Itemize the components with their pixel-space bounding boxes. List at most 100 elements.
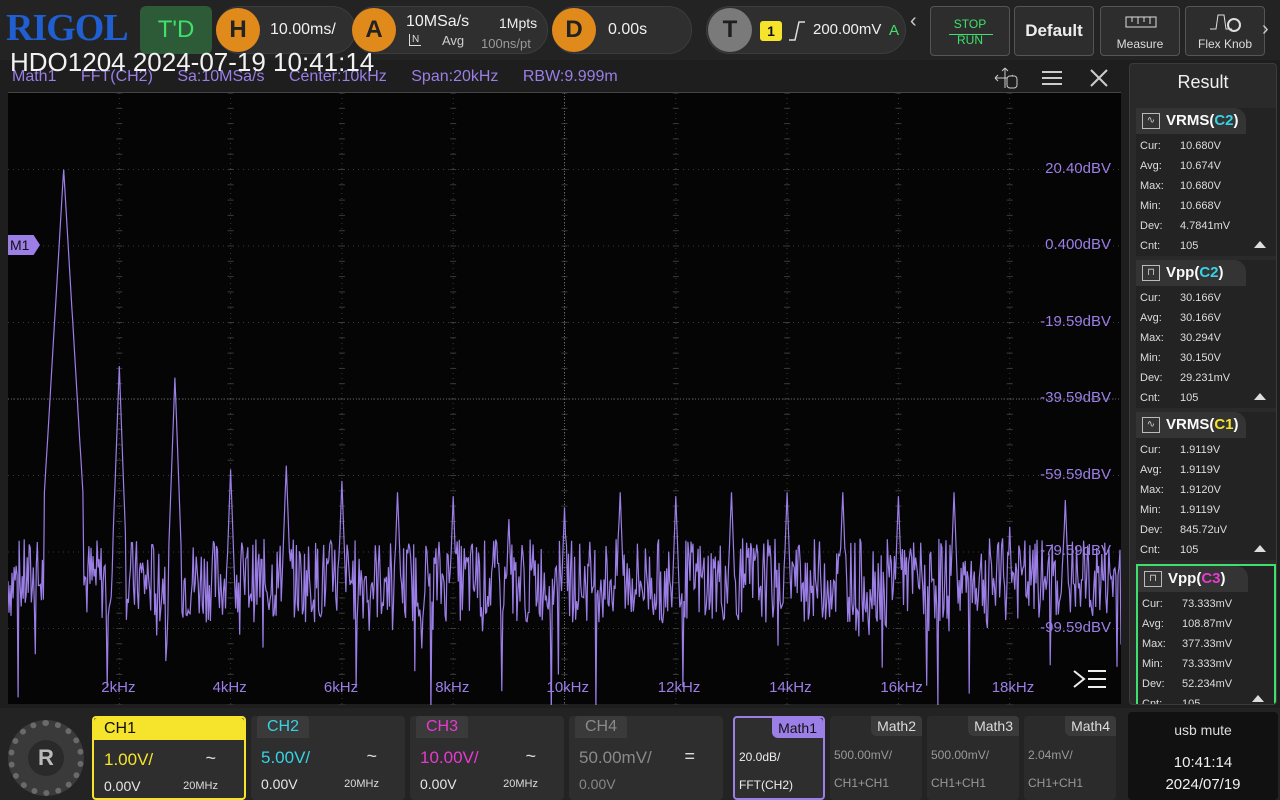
trigger-label[interactable]: T <box>708 8 752 52</box>
collapse-triangle-icon[interactable] <box>1252 695 1264 702</box>
measurement-row: Cnt: 105 <box>1140 240 1199 252</box>
measurement-row: Avg: 10.674V <box>1140 160 1221 172</box>
chevron-right-icon[interactable]: › <box>1262 18 1269 41</box>
math-operation: CH1+CH1 <box>1028 776 1084 790</box>
channel-box-ch2[interactable]: CH2 5.00V/0.00V ~20MHz <box>251 716 405 800</box>
math-scale: 20.0dB/ <box>739 750 781 764</box>
channel-scale: 1.00V/ <box>104 750 154 769</box>
measurement-card[interactable]: ∿ VRMS(C1) Cur: 1.9119V Avg: 1.9119V Max: 1.912… <box>1136 412 1276 560</box>
acquire-label[interactable]: A <box>352 8 396 52</box>
acquire-mode: Avg <box>442 33 465 48</box>
rms-waveform-icon: ∿ <box>1142 113 1160 129</box>
measurement-row: Min: 1.9119V <box>1140 504 1221 516</box>
menu-icon[interactable] <box>1042 70 1062 86</box>
x-tick-label: 10kHz <box>546 679 590 696</box>
measurement-row: Avg: 108.87mV <box>1142 618 1233 630</box>
measurement-name: Vpp(C2) <box>1166 264 1224 281</box>
measurement-name: Vpp(C3) <box>1168 570 1226 587</box>
ac-coupling-icon: ~ <box>525 746 536 766</box>
x-tick-label: 16kHz <box>880 679 923 696</box>
channel-offset: 0.00V <box>420 776 457 792</box>
y-tick-label: -59.59dBV <box>1040 465 1111 483</box>
math-box-2[interactable]: Math2 500.00mV/CH1+CH1 <box>830 716 922 800</box>
measurement-card[interactable]: ⊓ Vpp(C2) Cur: 30.166V Avg: 30.166V Max: 30.294… <box>1136 260 1276 408</box>
knob-gear-icon <box>1210 14 1241 32</box>
result-title: Result <box>1177 72 1229 92</box>
x-tick-label: 8kHz <box>435 679 470 696</box>
default-label: Default <box>1025 21 1083 40</box>
math-operation: FFT(CH2) <box>739 778 793 792</box>
collapse-triangle-icon[interactable] <box>1254 241 1266 248</box>
flex-knob-label: Flex Knob <box>1197 37 1253 51</box>
home-gear-icon[interactable]: R <box>8 720 84 796</box>
close-icon[interactable] <box>1090 69 1108 87</box>
measurement-row: Max: 1.9120V <box>1140 484 1221 496</box>
measurement-source: C1 <box>1214 416 1234 433</box>
flex-knob-button[interactable]: Flex Knob <box>1185 6 1265 56</box>
rigol-logo: RIGOL <box>6 7 129 49</box>
measurement-row: Cnt: 105 <box>1140 392 1199 404</box>
acquire-depth: 1Mpts <box>499 15 538 31</box>
horizontal-label[interactable]: H <box>216 8 260 52</box>
move-hand-icon[interactable] <box>992 66 1022 90</box>
channel-box-ch3[interactable]: CH3 10.00V/0.00V ~20MHz <box>410 716 564 800</box>
vpp-waveform-icon: ⊓ <box>1142 265 1160 281</box>
measurement-row: Max: 10.680V <box>1140 180 1221 192</box>
x-tick-label: 18kHz <box>991 679 1035 696</box>
math-label: Math3 <box>968 716 1019 736</box>
x-tick-label: 4kHz <box>212 679 247 696</box>
channel-scale: 10.00V/ <box>420 748 479 767</box>
channel-label: CH1 <box>94 718 244 740</box>
measurement-card[interactable]: ⊓ Vpp(C3) Cur: 73.333mV Avg: 108.87mV Max: 377.… <box>1136 564 1276 704</box>
channel-box-ch4[interactable]: CH4 50.00mV/0.00V = <box>569 716 723 800</box>
channel-offset: 0.00V <box>579 776 616 792</box>
x-tick-label: 6kHz <box>323 679 359 696</box>
measurement-row: Cur: 30.166V <box>1140 292 1221 304</box>
channel-label: CH2 <box>257 716 310 738</box>
channel-bandwidth: 20MHz <box>183 780 218 792</box>
channel-offset: 0.00V <box>104 778 141 794</box>
x-tick-label: 12kHz <box>657 679 701 696</box>
default-button[interactable]: Default <box>1014 6 1094 56</box>
usb-mute-icons: usb mute <box>1174 722 1232 738</box>
horizontal-scale: 10.00ms/ <box>270 21 336 38</box>
channel-label: CH4 <box>575 716 628 738</box>
math-box-1[interactable]: Math1 20.0dB/FFT(CH2) <box>733 716 825 800</box>
vpp-waveform-icon: ⊓ <box>1144 571 1162 587</box>
clock-date: 2024/07/19 <box>1165 776 1241 793</box>
channel-label: CH3 <box>416 716 469 738</box>
stop-run-button[interactable]: STOP RUN <box>930 6 1010 56</box>
math-box-3[interactable]: Math3 500.00mV/CH1+CH1 <box>927 716 1019 800</box>
acquire-sample-rate: 10MSa/s <box>406 13 470 30</box>
ac-coupling-icon: ~ <box>366 746 377 766</box>
oscilloscope-screen: RIGOL T'D H 10.00ms/ A 10MSa/s N Avg 1Mp… <box>0 0 1280 800</box>
trigger-mode: A <box>889 22 900 39</box>
run-label: RUN <box>957 33 983 47</box>
fft-spectrum-chart <box>8 93 1121 705</box>
math-scale: 500.00mV/ <box>834 748 893 762</box>
measure-button[interactable]: Measure <box>1100 6 1180 56</box>
x-tick-label: 14kHz <box>769 679 812 696</box>
measurement-row: Dev: 29.231mV <box>1140 372 1231 384</box>
result-panel: Result ∿ VRMS(C2) Cur: 10.680V Avg: 10.674V Ma… <box>1129 63 1277 705</box>
chevron-left-icon[interactable]: ‹ <box>910 10 917 33</box>
math-box-4[interactable]: Math4 2.04mV/CH1+CH1 <box>1024 716 1116 800</box>
channel-box-ch1[interactable]: CH1 1.00V/0.00V ~20MHz <box>92 716 246 800</box>
measurement-row: Avg: 30.166V <box>1140 312 1221 324</box>
measurement-card[interactable]: ∿ VRMS(C2) Cur: 10.680V Avg: 10.674V Max: 10.68… <box>1136 108 1276 256</box>
collapse-triangle-icon[interactable] <box>1254 393 1266 400</box>
math1-offset-marker[interactable]: M1 <box>8 235 40 255</box>
info-rbw: RBW:9.999m <box>522 68 618 85</box>
measurement-name: VRMS(C2) <box>1166 112 1239 129</box>
measurement-row: Cur: 10.680V <box>1140 140 1221 152</box>
ac-coupling-icon: ~ <box>205 748 216 768</box>
measurement-header: ⊓ Vpp(C3) <box>1138 566 1248 592</box>
collapse-triangle-icon[interactable] <box>1254 545 1266 552</box>
collapse-menu-icon[interactable] <box>1072 667 1108 693</box>
ruler-icon <box>1125 16 1157 28</box>
fft-plot-area[interactable]: M1 20.40dBV 0.400dBV -19.59dBV -39.59dBV -59… <box>8 92 1121 705</box>
measurement-row: Cur: 73.333mV <box>1142 598 1233 610</box>
acquire-interval: 100ns/pt <box>481 36 531 51</box>
acquire-mode-icon: N <box>409 34 422 46</box>
delay-label[interactable]: D <box>552 8 596 52</box>
